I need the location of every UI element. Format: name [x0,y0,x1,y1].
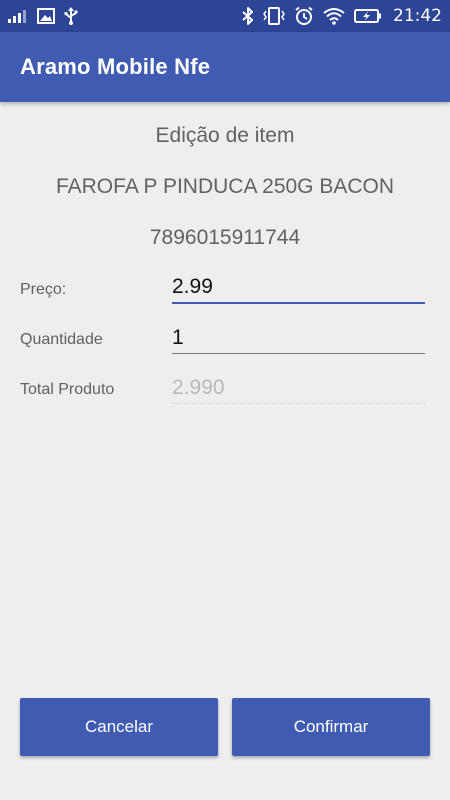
signal-icon [8,9,28,23]
app-title: Aramo Mobile Nfe [20,54,211,79]
product-code: 7896015911744 [149,226,301,249]
bluetooth-icon [242,7,254,25]
status-bar-right-icons: 21:42 [242,0,442,32]
quantity-input[interactable] [172,322,425,354]
price-label: Preço: [20,281,67,298]
alarm-icon [294,6,314,26]
battery-charging-icon [354,8,382,24]
status-bar-left-icons [8,6,87,26]
vibrate-icon [263,7,285,25]
quantity-label: Quantidade [20,331,103,348]
usb-icon [64,7,78,25]
product-name: FAROFA P PINDUCA 250G BACON [55,175,395,198]
app-bar: Aramo Mobile Nfe [0,32,450,102]
status-bar: 21:42 [0,0,450,32]
wifi-icon [323,7,345,25]
status-bar-clock: 21:42 [393,6,442,26]
image-icon [37,8,55,24]
confirm-button[interactable]: Confirmar [232,698,430,756]
cancel-button[interactable]: Cancelar [20,698,218,756]
price-input[interactable] [172,272,425,304]
total-product-label: Total Produto [20,381,115,398]
screen-title: Edição de item [155,124,295,147]
total-product-field [172,372,425,404]
